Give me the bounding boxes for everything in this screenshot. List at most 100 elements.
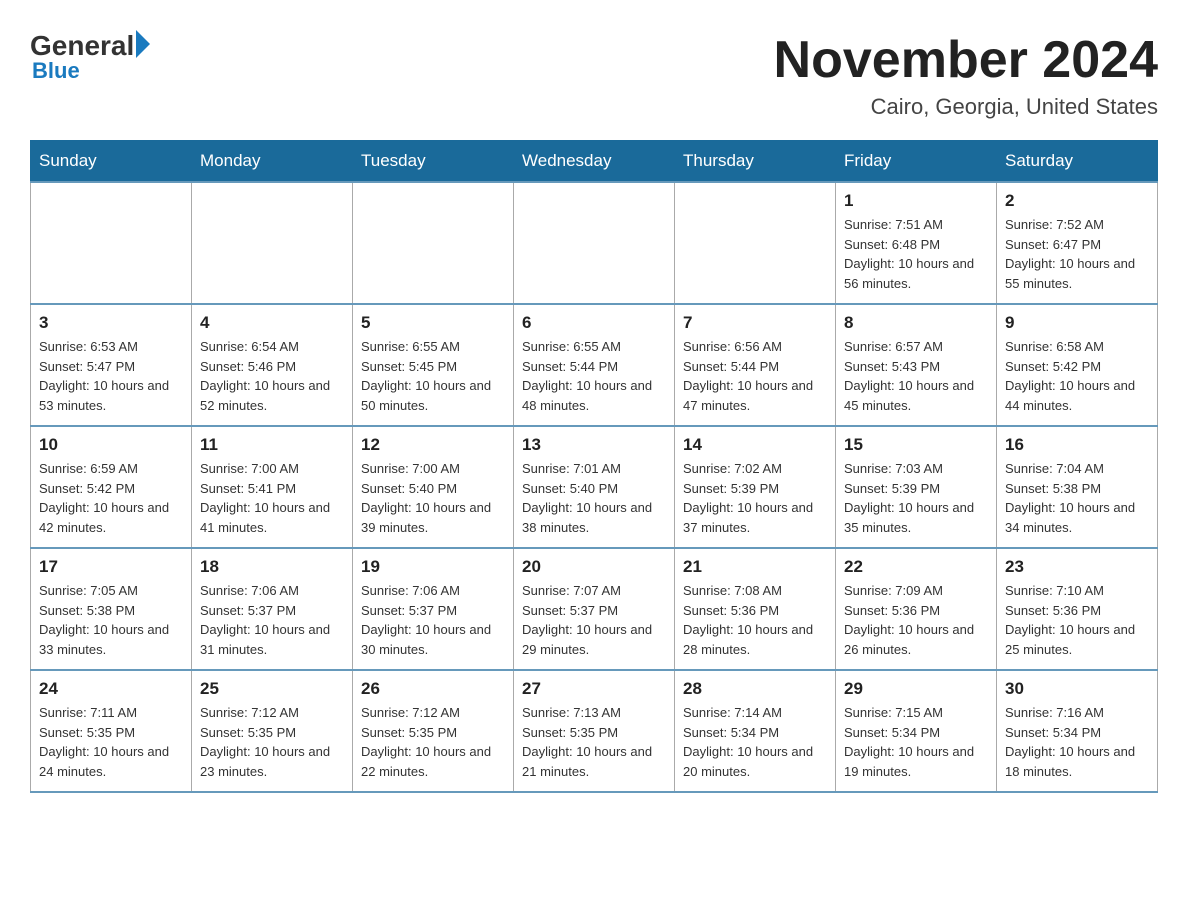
title-area: November 2024 Cairo, Georgia, United Sta… [774,30,1158,120]
day-number: 2 [1005,191,1149,211]
calendar-week-1: 1 Sunrise: 7:51 AMSunset: 6:48 PMDaylight… [31,182,1158,304]
calendar-cell: 17Sunrise: 7:05 AMSunset: 5:38 PMDayligh… [31,548,192,670]
calendar-cell [675,182,836,304]
calendar-cell: 12 Sunrise: 7:00 AMSunset: 5:40 PMDayligh… [353,426,514,548]
calendar-cell: 3Sunrise: 6:53 AMSunset: 5:47 PMDaylight… [31,304,192,426]
calendar-cell: 6 Sunrise: 6:55 AMSunset: 5:44 PMDaylight… [514,304,675,426]
day-info: Sunrise: 6:57 AMSunset: 5:43 PMDaylight:… [844,337,988,415]
day-number: 4 [200,313,344,333]
calendar-cell: 29 Sunrise: 7:15 AMSunset: 5:34 PMDayligh… [836,670,997,792]
day-info: Sunrise: 7:16 AMSunset: 5:34 PMDaylight:… [1005,703,1149,781]
calendar-cell: 14 Sunrise: 7:02 AMSunset: 5:39 PMDayligh… [675,426,836,548]
day-info: Sunrise: 7:00 AMSunset: 5:41 PMDaylight:… [200,459,344,537]
day-info: Sunrise: 7:52 AMSunset: 6:47 PMDaylight:… [1005,215,1149,293]
calendar-cell: 10Sunrise: 6:59 AMSunset: 5:42 PMDayligh… [31,426,192,548]
day-info: Sunrise: 7:51 AMSunset: 6:48 PMDaylight:… [844,215,988,293]
header-wednesday: Wednesday [514,141,675,183]
calendar-cell: 7 Sunrise: 6:56 AMSunset: 5:44 PMDaylight… [675,304,836,426]
day-info: Sunrise: 7:13 AMSunset: 5:35 PMDaylight:… [522,703,666,781]
day-info: Sunrise: 7:07 AMSunset: 5:37 PMDaylight:… [522,581,666,659]
day-info: Sunrise: 7:03 AMSunset: 5:39 PMDaylight:… [844,459,988,537]
calendar-cell: 9 Sunrise: 6:58 AMSunset: 5:42 PMDaylight… [997,304,1158,426]
day-number: 18 [200,557,344,577]
calendar-week-3: 10Sunrise: 6:59 AMSunset: 5:42 PMDayligh… [31,426,1158,548]
day-number: 1 [844,191,988,211]
calendar-cell: 5 Sunrise: 6:55 AMSunset: 5:45 PMDaylight… [353,304,514,426]
day-number: 9 [1005,313,1149,333]
calendar-cell: 28 Sunrise: 7:14 AMSunset: 5:34 PMDayligh… [675,670,836,792]
day-info: Sunrise: 7:14 AMSunset: 5:34 PMDaylight:… [683,703,827,781]
header-saturday: Saturday [997,141,1158,183]
calendar-cell: 11 Sunrise: 7:00 AMSunset: 5:41 PMDayligh… [192,426,353,548]
day-info: Sunrise: 7:00 AMSunset: 5:40 PMDaylight:… [361,459,505,537]
day-number: 23 [1005,557,1149,577]
day-number: 14 [683,435,827,455]
calendar-cell [514,182,675,304]
day-number: 12 [361,435,505,455]
logo-arrow-icon [136,30,150,58]
day-info: Sunrise: 7:11 AMSunset: 5:35 PMDaylight:… [39,703,183,781]
logo-area: General Blue [30,30,150,84]
calendar-week-2: 3Sunrise: 6:53 AMSunset: 5:47 PMDaylight… [31,304,1158,426]
day-number: 5 [361,313,505,333]
day-info: Sunrise: 6:55 AMSunset: 5:44 PMDaylight:… [522,337,666,415]
day-info: Sunrise: 6:55 AMSunset: 5:45 PMDaylight:… [361,337,505,415]
day-info: Sunrise: 7:02 AMSunset: 5:39 PMDaylight:… [683,459,827,537]
calendar-cell [192,182,353,304]
header-sunday: Sunday [31,141,192,183]
day-number: 8 [844,313,988,333]
calendar-cell: 1 Sunrise: 7:51 AMSunset: 6:48 PMDaylight… [836,182,997,304]
day-number: 25 [200,679,344,699]
calendar-body: 1 Sunrise: 7:51 AMSunset: 6:48 PMDaylight… [31,182,1158,792]
calendar-cell: 26 Sunrise: 7:12 AMSunset: 5:35 PMDayligh… [353,670,514,792]
page-header: General Blue November 2024 Cairo, Georgi… [30,30,1158,120]
day-info: Sunrise: 7:04 AMSunset: 5:38 PMDaylight:… [1005,459,1149,537]
day-number: 6 [522,313,666,333]
day-number: 7 [683,313,827,333]
day-number: 26 [361,679,505,699]
calendar-cell: 27 Sunrise: 7:13 AMSunset: 5:35 PMDayligh… [514,670,675,792]
calendar-cell: 24 Sunrise: 7:11 AMSunset: 5:35 PMDayligh… [31,670,192,792]
calendar-cell [31,182,192,304]
day-info: Sunrise: 6:53 AMSunset: 5:47 PMDaylight:… [39,337,183,415]
calendar-cell: 19 Sunrise: 7:06 AMSunset: 5:37 PMDayligh… [353,548,514,670]
calendar-cell: 13Sunrise: 7:01 AMSunset: 5:40 PMDayligh… [514,426,675,548]
calendar-cell [353,182,514,304]
day-number: 29 [844,679,988,699]
header-monday: Monday [192,141,353,183]
day-number: 21 [683,557,827,577]
day-info: Sunrise: 7:06 AMSunset: 5:37 PMDaylight:… [361,581,505,659]
month-title: November 2024 [774,30,1158,90]
day-number: 27 [522,679,666,699]
day-info: Sunrise: 6:59 AMSunset: 5:42 PMDaylight:… [39,459,183,537]
day-number: 30 [1005,679,1149,699]
day-number: 11 [200,435,344,455]
day-number: 28 [683,679,827,699]
calendar-cell: 4 Sunrise: 6:54 AMSunset: 5:46 PMDaylight… [192,304,353,426]
day-info: Sunrise: 7:05 AMSunset: 5:38 PMDaylight:… [39,581,183,659]
calendar-week-5: 24 Sunrise: 7:11 AMSunset: 5:35 PMDayligh… [31,670,1158,792]
day-number: 22 [844,557,988,577]
calendar-cell: 30 Sunrise: 7:16 AMSunset: 5:34 PMDayligh… [997,670,1158,792]
days-of-week-row: Sunday Monday Tuesday Wednesday Thursday… [31,141,1158,183]
day-number: 24 [39,679,183,699]
day-info: Sunrise: 7:09 AMSunset: 5:36 PMDaylight:… [844,581,988,659]
day-number: 13 [522,435,666,455]
header-tuesday: Tuesday [353,141,514,183]
calendar-week-4: 17Sunrise: 7:05 AMSunset: 5:38 PMDayligh… [31,548,1158,670]
location-title: Cairo, Georgia, United States [774,94,1158,120]
day-info: Sunrise: 7:12 AMSunset: 5:35 PMDaylight:… [361,703,505,781]
calendar-cell: 23 Sunrise: 7:10 AMSunset: 5:36 PMDayligh… [997,548,1158,670]
day-info: Sunrise: 7:10 AMSunset: 5:36 PMDaylight:… [1005,581,1149,659]
calendar-table: Sunday Monday Tuesday Wednesday Thursday… [30,140,1158,793]
day-info: Sunrise: 7:12 AMSunset: 5:35 PMDaylight:… [200,703,344,781]
day-info: Sunrise: 6:58 AMSunset: 5:42 PMDaylight:… [1005,337,1149,415]
calendar-cell: 25 Sunrise: 7:12 AMSunset: 5:35 PMDayligh… [192,670,353,792]
day-info: Sunrise: 6:54 AMSunset: 5:46 PMDaylight:… [200,337,344,415]
day-number: 19 [361,557,505,577]
day-info: Sunrise: 7:08 AMSunset: 5:36 PMDaylight:… [683,581,827,659]
day-info: Sunrise: 6:56 AMSunset: 5:44 PMDaylight:… [683,337,827,415]
day-info: Sunrise: 7:15 AMSunset: 5:34 PMDaylight:… [844,703,988,781]
calendar-cell: 21 Sunrise: 7:08 AMSunset: 5:36 PMDayligh… [675,548,836,670]
calendar-cell: 18Sunrise: 7:06 AMSunset: 5:37 PMDayligh… [192,548,353,670]
